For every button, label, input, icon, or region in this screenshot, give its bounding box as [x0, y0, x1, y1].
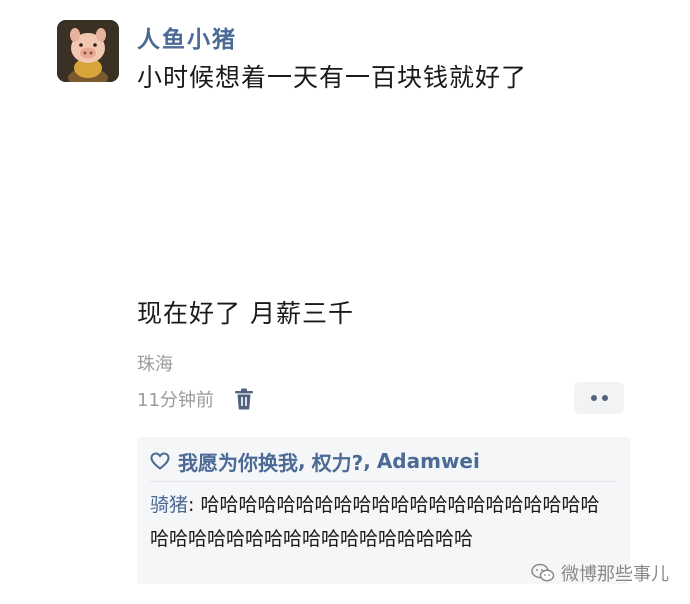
comment-colon: : [188, 494, 195, 516]
more-dots-icon [590, 395, 597, 401]
pig-avatar-image [57, 20, 119, 82]
avatar[interactable] [57, 20, 119, 82]
post-text-line1: 小时候想着一天有一百块钱就好了 [137, 63, 528, 92]
likes-row: 我愿为你换我 , 权力? , Adamwei [150, 443, 617, 479]
trash-icon [234, 388, 253, 410]
delete-button[interactable] [232, 387, 256, 411]
moment-post: 人鱼小猪 小时候想着一天有一百块钱就好了 现在好了 月薪三千 珠海 11分钟前 [0, 0, 690, 604]
divider [150, 481, 617, 482]
like-separator: , [363, 449, 371, 473]
commenter-name[interactable]: 骑猪 [150, 494, 188, 516]
comment-item[interactable]: 骑猪: 哈哈哈哈哈哈哈哈哈哈哈哈哈哈哈哈哈哈哈哈哈哈哈哈哈哈哈哈哈哈哈哈哈哈哈哈… [150, 488, 617, 556]
watermark-text: 微博那些事儿 [561, 564, 669, 585]
post-time: 11分钟前 [137, 390, 214, 411]
post-text-line2: 现在好了 月薪三千 [137, 299, 354, 328]
watermark: 微博那些事儿 [531, 560, 669, 586]
comment-text: 哈哈哈哈哈哈哈哈哈哈哈哈哈哈哈哈哈哈哈哈哈哈哈哈哈哈哈哈哈哈哈哈哈哈哈哈哈哈 [150, 494, 600, 550]
like-user-2[interactable]: 权力? [312, 447, 364, 476]
author-name[interactable]: 人鱼小猪 [137, 20, 237, 54]
post-location[interactable]: 珠海 [137, 350, 173, 376]
heart-outline-icon [150, 452, 170, 470]
more-options-button[interactable] [574, 382, 624, 414]
like-user-1[interactable]: 我愿为你换我 [178, 447, 298, 476]
post-meta: 11分钟前 [137, 386, 256, 412]
like-separator: , [298, 449, 306, 473]
like-user-3[interactable]: Adamwei [377, 449, 480, 473]
more-dots-icon [601, 395, 608, 401]
wechat-icon [531, 563, 555, 583]
